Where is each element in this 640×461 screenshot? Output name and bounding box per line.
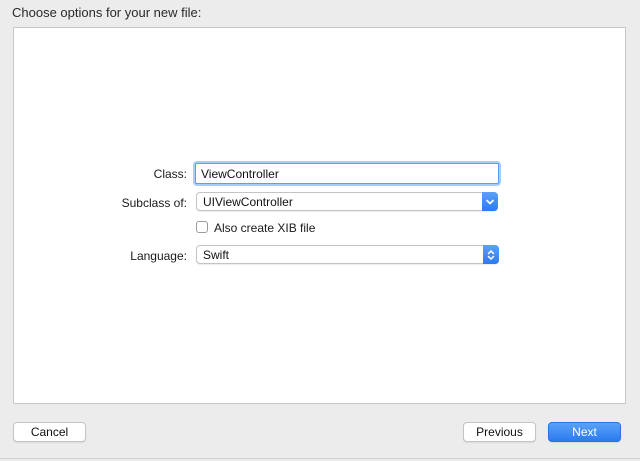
next-button[interactable]: Next xyxy=(548,422,621,442)
xib-checkbox[interactable] xyxy=(196,221,208,233)
subclass-label: Subclass of: xyxy=(121,196,187,210)
page-title: Choose options for your new file: xyxy=(12,5,202,20)
language-popup[interactable]: Swift xyxy=(196,245,499,264)
subclass-popup[interactable]: UIViewController xyxy=(196,192,498,211)
cancel-button[interactable]: Cancel xyxy=(13,422,86,442)
subclass-value: UIViewController xyxy=(203,195,293,209)
options-panel xyxy=(13,27,626,404)
up-down-chevron-icon xyxy=(483,245,499,264)
previous-button[interactable]: Previous xyxy=(463,422,536,442)
chevron-down-icon xyxy=(482,192,498,211)
language-label: Language: xyxy=(130,249,187,263)
xib-checkbox-label: Also create XIB file xyxy=(214,221,316,235)
class-label: Class: xyxy=(153,167,187,181)
language-value: Swift xyxy=(203,248,230,262)
divider xyxy=(0,458,640,459)
class-name-input[interactable] xyxy=(195,163,499,184)
